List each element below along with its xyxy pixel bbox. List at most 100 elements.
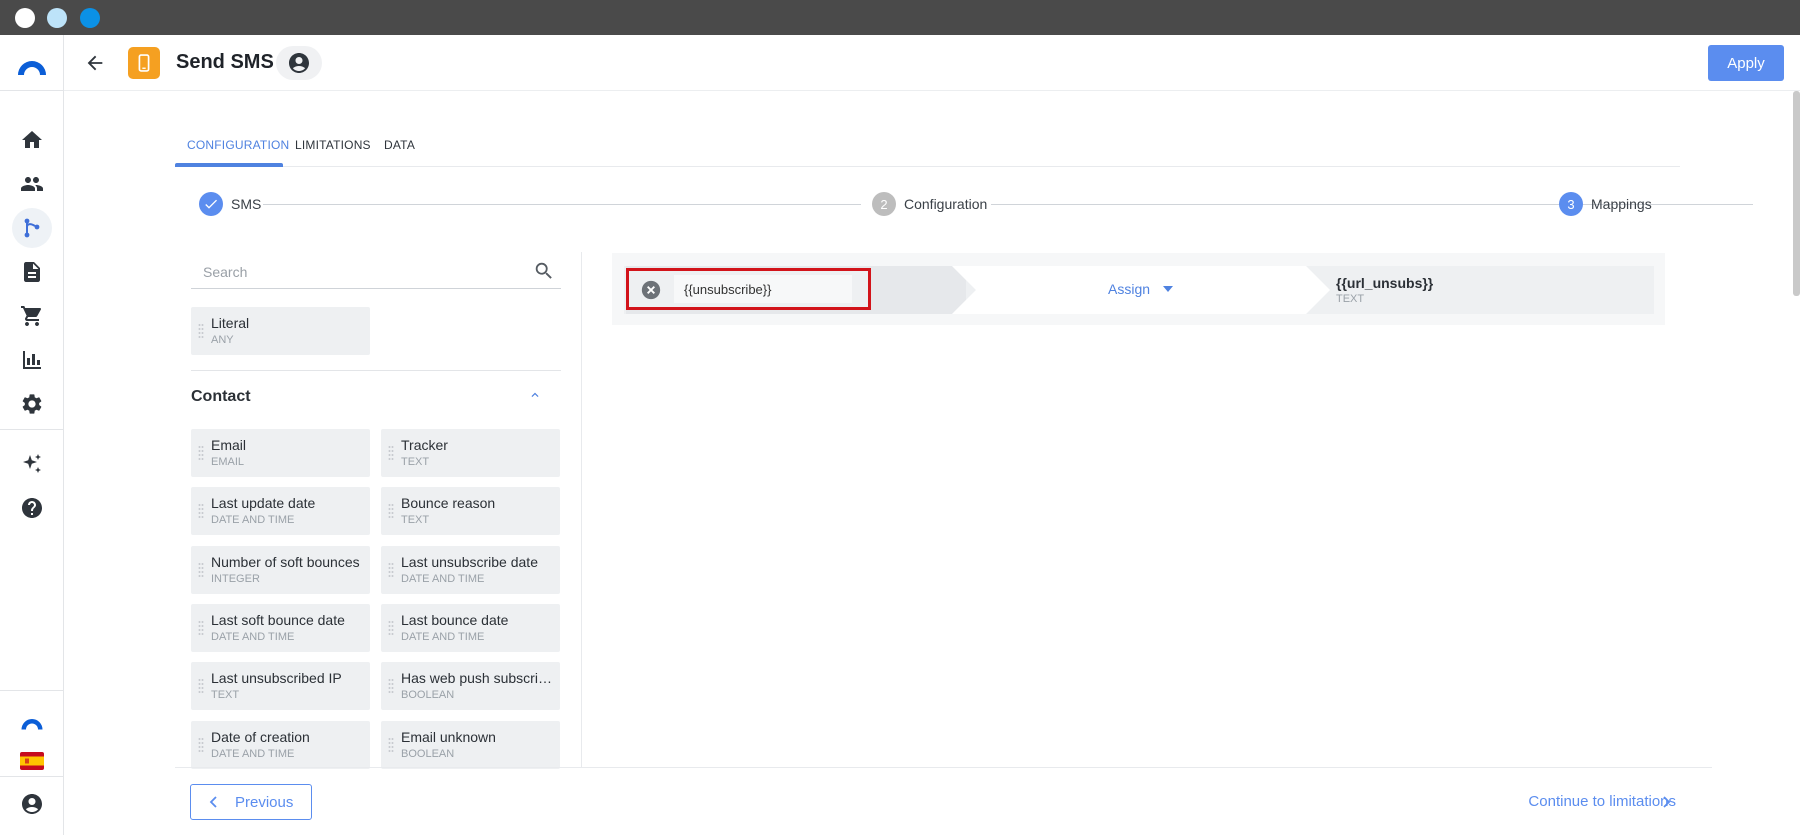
assign-dropdown[interactable]: Assign [1108,281,1150,297]
field-type: TEXT [401,456,430,468]
brand-logo-icon[interactable] [16,51,48,83]
drag-handle-icon[interactable] [198,323,204,339]
field-search[interactable]: Search [191,253,561,289]
scrollbar[interactable] [1793,91,1800,296]
field-type: DATE AND TIME [211,514,295,527]
field-card[interactable]: Last bounce date DATE AND TIME [381,603,560,652]
clear-icon[interactable] [641,280,661,300]
rail-item-reports[interactable] [12,340,52,380]
field-type: DATE AND TIME [211,747,295,760]
account-icon [289,53,309,73]
owner-chip[interactable] [276,46,322,80]
sms-app-icon [128,47,160,79]
source-value-field[interactable]: {{unsubscribe}} [674,275,852,303]
field-card[interactable]: Number of soft bounces INTEGER [191,545,370,594]
field-card[interactable]: Last unsubscribe date DATE AND TIME [381,545,560,594]
rail-divider [0,690,63,691]
step-3-label: Mappings [1591,196,1652,212]
footer-divider [175,767,1712,768]
field-card[interactable]: Bounce reason TEXT [381,487,560,536]
panel-separator [581,252,582,767]
rail-item-settings[interactable] [12,384,52,424]
left-rail [0,35,64,835]
rail-item-contacts[interactable] [12,164,52,204]
sparkles-icon [23,454,41,473]
search-icon[interactable] [533,260,555,282]
rail-divider [0,429,63,430]
field-card[interactable]: Has web push subscrip… BOOLEAN [381,662,560,711]
field-card[interactable]: Email unknown BOOLEAN [381,720,560,769]
rail-item-help[interactable] [12,488,52,528]
drag-handle-icon[interactable] [388,737,394,753]
tab-configuration[interactable]: CONFIGURATION [187,138,289,152]
field-name: Tracker [401,437,448,453]
field-type: TEXT [211,689,240,702]
field-name: Last update date [211,495,316,512]
step-2-number: 2 [872,192,896,216]
step-1-label: SMS [231,196,262,212]
tab-data[interactable]: DATA [384,138,415,152]
field-type: DATE AND TIME [211,630,295,643]
drag-handle-icon[interactable] [198,562,204,578]
rail-item-home[interactable] [12,120,52,160]
field-name: Bounce reason [401,495,496,512]
continue-link[interactable]: Continue to limitations [1528,793,1676,810]
field-type: INTEGER [211,572,260,585]
window-close-button[interactable] [15,8,35,28]
field-card[interactable]: Date of creation DATE AND TIME [191,720,370,769]
drag-handle-icon[interactable] [198,503,204,519]
field-card[interactable]: Last update date DATE AND TIME [191,487,370,536]
chevron-right-icon[interactable] [1663,795,1671,809]
field-card[interactable]: Last unsubscribed IP TEXT [191,662,370,711]
field-card[interactable]: Email EMAIL [191,429,370,477]
field-type: DATE AND TIME [401,630,485,643]
back-button[interactable] [82,50,108,76]
window-minimize-button[interactable] [47,8,67,28]
field-literal[interactable]: Literal ANY [191,307,370,355]
drag-handle-icon[interactable] [198,678,204,694]
step-1-check-icon [199,192,223,216]
field-name: Email unknown [401,728,496,745]
rail-item-commerce[interactable] [12,296,52,336]
help-icon [22,498,42,518]
field-card[interactable]: Tracker TEXT [381,429,560,477]
drag-handle-icon[interactable] [388,678,394,694]
field-card[interactable]: Last soft bounce date DATE AND TIME [191,603,370,652]
drag-handle-icon[interactable] [198,620,204,636]
drag-handle-icon[interactable] [388,562,394,578]
rail-item-language[interactable] [12,741,52,781]
page-header: Send SMS Apply [64,35,1800,91]
home-icon [22,131,42,148]
brand-logo-icon [21,719,43,730]
field-type: EMAIL [211,456,245,468]
caret-down-icon[interactable] [1163,286,1173,292]
field-name: Last unsubscribe date [401,553,538,570]
rail-item-brand[interactable] [12,702,52,742]
gear-icon [22,394,42,414]
source-value-highlight[interactable]: {{unsubscribe}} [626,268,871,310]
people-icon [21,177,43,191]
window-maximize-button[interactable] [80,8,100,28]
field-name: Last bounce date [401,611,509,628]
rail-divider [0,776,63,777]
drag-handle-icon[interactable] [388,503,394,519]
rail-item-content[interactable] [12,252,52,292]
arrow-left-icon [87,55,103,71]
rail-item-ai[interactable] [12,444,52,484]
chevron-left-icon [209,796,217,808]
tab-bar: CONFIGURATION LIMITATIONS DATA [175,125,1680,167]
rail-item-automation[interactable] [12,208,52,248]
step-2-label: Configuration [904,196,988,212]
previous-button[interactable]: Previous [190,784,312,820]
apply-button[interactable]: Apply [1708,45,1784,81]
drag-handle-icon[interactable] [198,445,204,461]
field-name: Date of creation [211,728,310,745]
panel-divider [191,370,561,371]
rail-item-account[interactable] [12,784,52,824]
tab-limitations[interactable]: LIMITATIONS [295,138,371,152]
active-tab-indicator [175,163,283,167]
chevron-up-icon[interactable] [528,388,542,402]
drag-handle-icon[interactable] [388,445,394,461]
drag-handle-icon[interactable] [388,620,394,636]
drag-handle-icon[interactable] [198,737,204,753]
